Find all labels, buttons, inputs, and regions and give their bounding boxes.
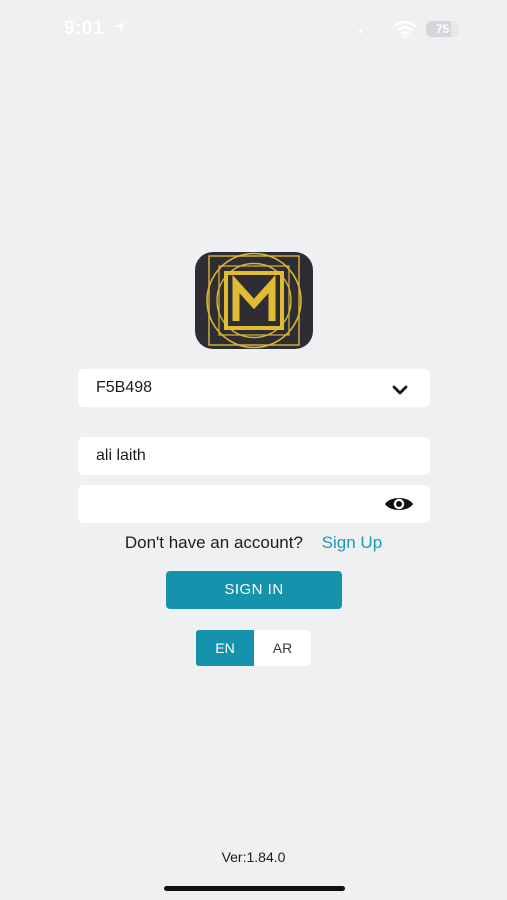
signup-question: Don't have an account? (124, 533, 303, 552)
username-value: ali laith (96, 447, 146, 464)
chevron-down-icon (392, 382, 408, 400)
status-bar: 9:01 75 (0, 0, 507, 58)
sign-in-button[interactable]: SIGN IN (166, 571, 342, 609)
home-indicator[interactable] (164, 886, 345, 891)
password-field[interactable] (78, 485, 430, 523)
company-select-value: F5B498 (96, 379, 153, 396)
wifi-icon (393, 20, 417, 43)
battery-level: 75 (435, 22, 450, 36)
battery-icon: 75 (426, 21, 459, 37)
username-field[interactable]: ali laith (78, 437, 430, 475)
company-select[interactable]: F5B498 (78, 369, 430, 407)
language-ar-button[interactable]: AR (254, 630, 311, 666)
status-time: 9:01 (64, 18, 105, 39)
language-en-button[interactable]: EN (196, 630, 254, 666)
signup-link[interactable]: Sign Up (322, 533, 382, 552)
eye-icon[interactable] (384, 494, 414, 519)
location-icon (113, 20, 127, 39)
app-logo (195, 252, 313, 349)
signal-icon (359, 29, 363, 33)
signup-row: Don't have an account? Sign Up (0, 533, 507, 553)
app-version: Ver:1.84.0 (221, 849, 286, 865)
